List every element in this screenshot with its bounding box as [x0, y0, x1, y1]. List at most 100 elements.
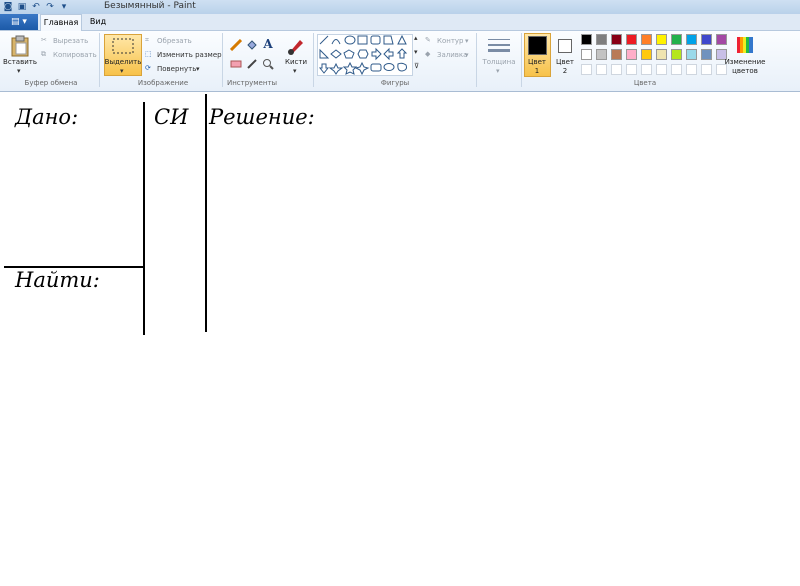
clipboard-group-label: Буфер обмена: [24, 79, 78, 87]
palette-swatch[interactable]: [626, 49, 637, 60]
separator: [476, 33, 477, 87]
rotate-dropdown-icon[interactable]: ▾: [196, 65, 200, 73]
quick-access-toolbar: ◙ ▣ ↶ ↷ ▾: [0, 0, 70, 14]
ribbon-tabs: [0, 14, 800, 31]
fill-dropdown-icon[interactable]: ▾: [465, 51, 469, 59]
text-icon[interactable]: A: [261, 37, 275, 51]
select-dropdown-icon[interactable]: ▾: [120, 67, 124, 75]
brush-icon[interactable]: [285, 35, 307, 57]
resize-button[interactable]: Изменить размер: [157, 51, 222, 59]
outline-button[interactable]: Контур: [437, 37, 464, 45]
fill-bucket-icon[interactable]: [245, 38, 259, 52]
fill-icon: ◆: [425, 50, 431, 58]
select-rectangle-icon[interactable]: [112, 37, 134, 55]
palette-swatch[interactable]: [626, 34, 637, 45]
size-button[interactable]: Толщина: [479, 58, 519, 66]
palette-swatch[interactable]: [686, 34, 697, 45]
tab-view[interactable]: Вид: [84, 14, 112, 30]
edit-colors-icon[interactable]: [735, 35, 755, 55]
palette-swatch[interactable]: [671, 49, 682, 60]
color-picker-icon[interactable]: [245, 57, 259, 71]
separator: [521, 33, 522, 87]
vertical-line-right: [205, 94, 207, 332]
brushes-dropdown-icon[interactable]: ▾: [293, 67, 297, 75]
color2-swatch[interactable]: [558, 39, 572, 53]
tab-home[interactable]: Главная: [40, 14, 82, 31]
palette-swatch[interactable]: [611, 34, 622, 45]
drawing-canvas[interactable]: Дано: СИ Решение: Найти:: [0, 92, 800, 586]
palette-swatch[interactable]: [596, 34, 607, 45]
copy-button[interactable]: Копировать: [53, 51, 97, 59]
cut-button[interactable]: Вырезать: [53, 37, 88, 45]
rotate-button[interactable]: Повернуть: [157, 65, 196, 73]
tools-group-label: Инструменты: [226, 79, 278, 87]
si-label: СИ: [154, 105, 189, 129]
palette-swatch[interactable]: [611, 64, 622, 75]
paste-dropdown-icon[interactable]: ▾: [17, 67, 21, 75]
palette-swatch[interactable]: [581, 64, 592, 75]
palette-swatch[interactable]: [581, 34, 592, 45]
palette-swatch[interactable]: [686, 64, 697, 75]
palette-swatch[interactable]: [596, 64, 607, 75]
window-title: Безымянный - Paint: [104, 1, 196, 11]
color1-swatch[interactable]: [528, 36, 547, 55]
find-label: Найти:: [15, 268, 100, 292]
line-thickness-icon[interactable]: [487, 35, 511, 57]
given-label: Дано:: [15, 105, 79, 129]
undo-icon[interactable]: ↶: [30, 2, 42, 13]
palette-swatch[interactable]: [701, 34, 712, 45]
palette-swatch[interactable]: [656, 49, 667, 60]
vertical-line-left: [143, 102, 145, 335]
palette-swatch[interactable]: [611, 49, 622, 60]
paint-app-icon[interactable]: ◙: [2, 2, 14, 13]
image-group-label: Изображение: [137, 79, 189, 87]
palette-swatch[interactable]: [716, 34, 727, 45]
rotate-icon: ⟳: [145, 64, 151, 72]
size-dropdown-icon[interactable]: ▾: [496, 67, 500, 75]
shapes-scroll-up-icon[interactable]: ▴: [414, 34, 418, 42]
edit-colors-button[interactable]: Изменение цветов: [722, 58, 768, 76]
shapes-more-icon[interactable]: ⊽: [414, 62, 419, 70]
brushes-button[interactable]: Кисти: [280, 58, 312, 66]
file-menu-button[interactable]: ▤ ▾: [0, 14, 38, 30]
resize-icon: ⬚: [145, 50, 152, 58]
palette-swatch[interactable]: [641, 34, 652, 45]
customize-icon[interactable]: ▾: [58, 2, 70, 13]
paste-button[interactable]: Вставить: [2, 58, 38, 66]
fill-button[interactable]: Заливка: [437, 51, 467, 59]
magnifier-icon[interactable]: [261, 57, 275, 71]
palette-swatch[interactable]: [671, 34, 682, 45]
select-button[interactable]: Выделить: [103, 58, 143, 66]
palette-swatch[interactable]: [626, 64, 637, 75]
cut-icon: ✂: [41, 36, 47, 44]
palette-swatch[interactable]: [581, 49, 592, 60]
eraser-icon[interactable]: [229, 57, 243, 71]
shapes-scroll-down-icon[interactable]: ▾: [414, 48, 418, 56]
palette-swatch[interactable]: [656, 34, 667, 45]
redo-icon[interactable]: ↷: [44, 2, 56, 13]
copy-icon: ⧉: [41, 50, 46, 58]
palette-swatch[interactable]: [701, 64, 712, 75]
shapes-group-label: Фигуры: [380, 79, 410, 87]
separator: [313, 33, 314, 87]
palette-swatch[interactable]: [656, 64, 667, 75]
color2-button[interactable]: Цвет 2: [554, 58, 576, 76]
palette-swatch[interactable]: [701, 49, 712, 60]
crop-icon: ⌗: [145, 36, 149, 44]
separator: [99, 33, 100, 87]
palette-swatch[interactable]: [641, 64, 652, 75]
colors-group-label: Цвета: [633, 79, 657, 87]
palette-swatch[interactable]: [671, 64, 682, 75]
outline-icon: ✎: [425, 36, 431, 44]
color1-button[interactable]: Цвет 1: [526, 58, 548, 76]
shapes-gallery-icons[interactable]: [318, 35, 412, 75]
palette-swatch[interactable]: [596, 49, 607, 60]
outline-dropdown-icon[interactable]: ▾: [465, 37, 469, 45]
pencil-icon[interactable]: [229, 38, 243, 52]
palette-swatch[interactable]: [641, 49, 652, 60]
paste-icon[interactable]: [9, 35, 31, 57]
save-icon[interactable]: ▣: [16, 2, 28, 13]
palette-swatch[interactable]: [686, 49, 697, 60]
solution-label: Решение:: [209, 105, 315, 129]
crop-button[interactable]: Обрезать: [157, 37, 192, 45]
